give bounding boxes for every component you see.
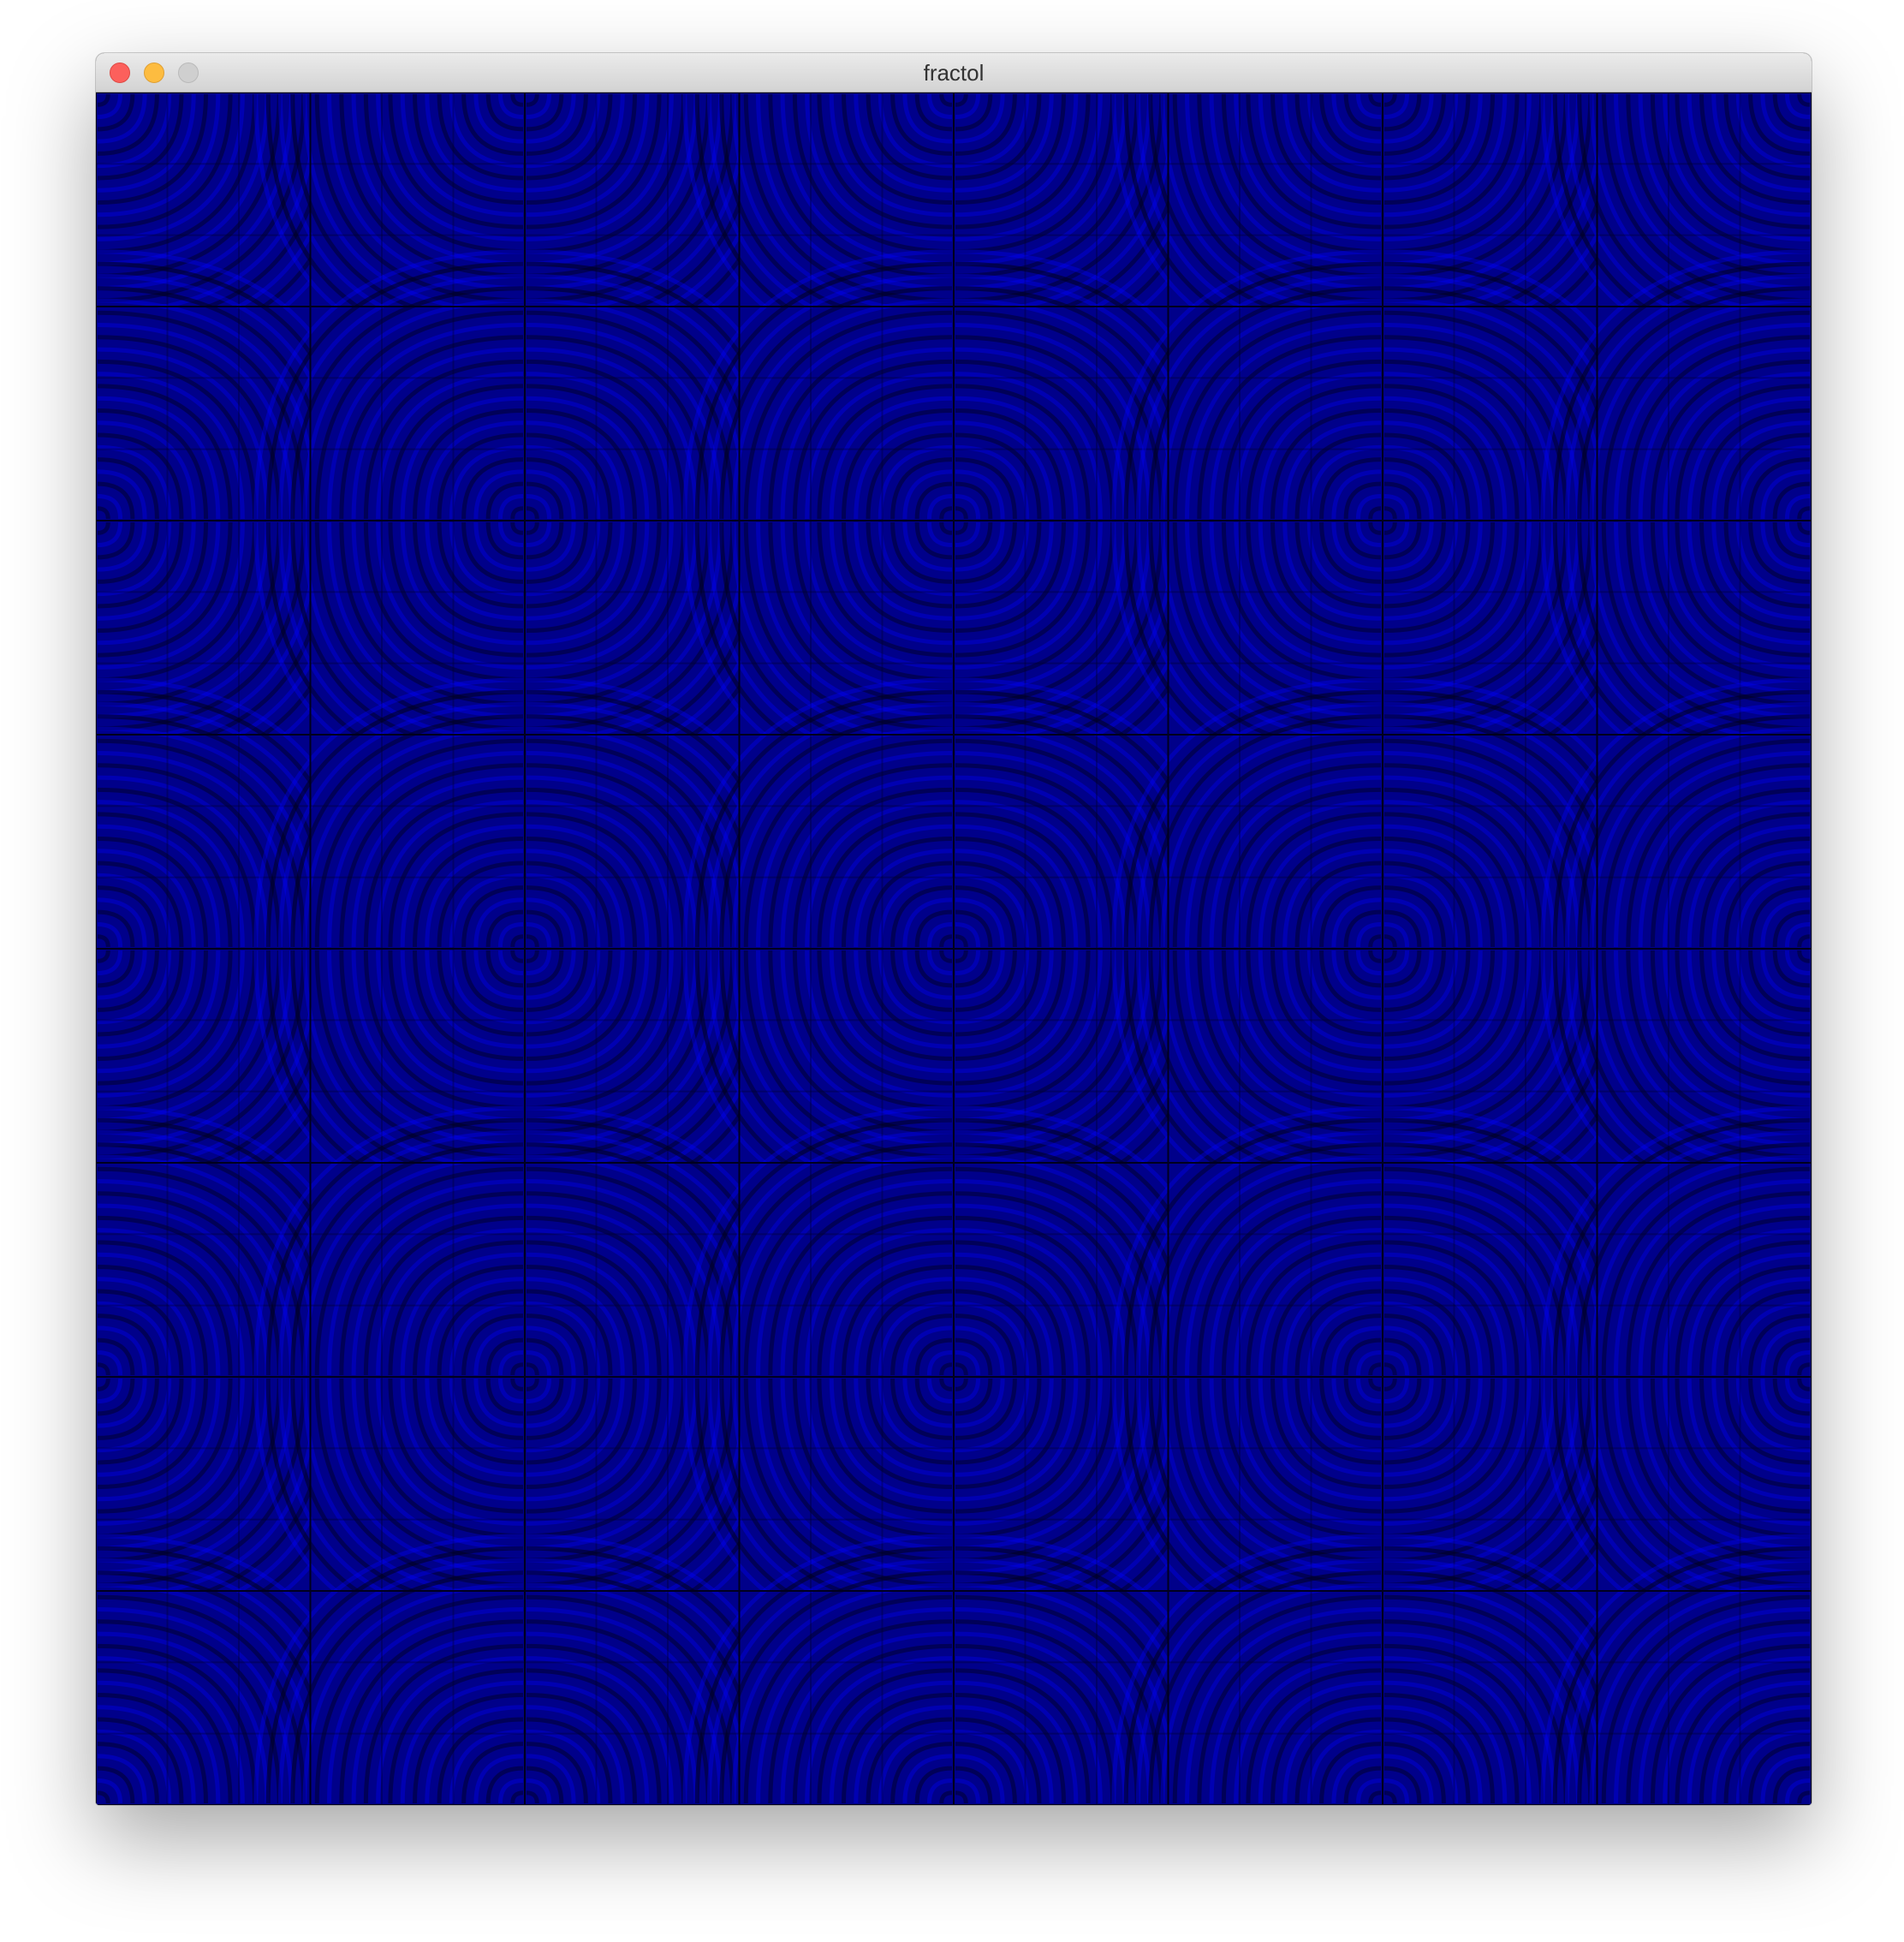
fractal-image [96,92,1812,1805]
app-window: fractol [96,53,1812,1805]
title-bar[interactable]: fractol [96,53,1812,92]
window-title: fractol [923,60,985,86]
fractal-canvas[interactable] [96,92,1812,1805]
